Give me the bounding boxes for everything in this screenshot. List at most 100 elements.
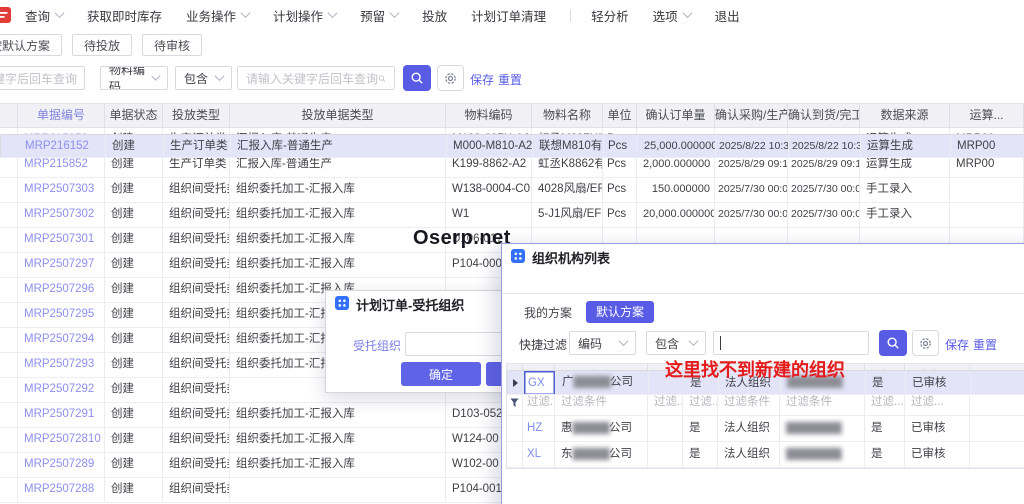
cell-bill-no[interactable]: MRP216152 [19,135,106,157]
menu-item-label: 预留 [360,9,386,24]
cell-release-type: 组织间受托类 [163,428,230,452]
dialog-plan-order-org: 计划订单-受托组织 受托组织 确定 [325,290,546,393]
column-header-doc-type[interactable]: 投放单据类型 [230,104,446,127]
menu-item[interactable]: 预留 [360,6,400,25]
cell-accounting: 是 [683,442,718,467]
cell-accounting: 是 [683,416,718,441]
cell-bill-no[interactable]: MRP2507293 [18,353,105,377]
keyword-input[interactable]: 请输入关键字后回车查询 [237,66,395,90]
menu-item[interactable]: 投放 [422,6,447,25]
menu-item[interactable]: 获取即时库存 [87,6,162,25]
cell-bill-no[interactable]: MRP2507297 [18,253,105,277]
cell-status: 创建 [105,278,163,302]
settings-button[interactable] [912,330,939,356]
menu-divider [570,8,572,22]
cell-org-code[interactable]: GX [524,371,556,394]
field-select[interactable]: 编码 [569,331,636,355]
cell-status: 创建 [105,428,163,452]
cell-bill-no[interactable]: MRP2507294 [18,328,105,352]
column-header-confirm-date1[interactable]: 确认采购/生产... [715,104,788,127]
cell-bill-no[interactable]: MRP2507295 [18,303,105,327]
cell-blank [970,416,1024,441]
scheme-tab[interactable]: 待投放 [72,34,133,56]
cell-status: 创建 [105,203,163,227]
cell-bill-no[interactable]: MRP2507291 [18,403,105,427]
cell-data-source: 手工录入 [860,178,950,202]
cell-material-code: W1 [446,203,532,227]
dialog-title-bar[interactable]: 组织机构列表 [502,244,1024,270]
column-header-material-code[interactable]: 物料编码 [446,104,532,127]
column-header-qty[interactable]: 确认订单量 [637,104,715,127]
tab-my-scheme[interactable]: 我的方案 [524,304,572,321]
org-row[interactable]: HZ 惠██████公司 是 法人组织 █████████ 是 已审核 [507,416,1024,442]
cell-bill-no[interactable]: MRP2507289 [18,453,105,477]
header-indicator-cell [0,104,18,127]
cell-confirm-date2: 2025/7/30 00:00 [788,203,860,227]
cell-qty: 20,000.000000 [637,203,715,227]
menu-item[interactable]: 轻分析 [570,6,629,25]
search-button[interactable] [879,330,907,356]
column-header-unit[interactable]: 单位 [603,104,637,127]
cell-org-code[interactable]: XL [523,442,555,467]
column-header-data-source[interactable]: 数据来源 [860,104,950,127]
confirm-button[interactable]: 确定 [401,362,481,386]
cell-blank [970,442,1024,467]
cell-org-type: 法人组织 [718,442,780,467]
column-header-confirm-date2[interactable]: 确认到货/完工... [788,104,860,127]
cell-release-type: 组织间受托类 [163,278,230,302]
tab-default-scheme[interactable]: 默认方案 [586,301,655,323]
cell-bill-no[interactable]: MRP2507301 [18,228,105,252]
cell-data-status: 已审核 [905,442,970,467]
save-link[interactable]: 保存 [470,71,494,88]
cell-release-type: 组织间受托类 [163,403,230,427]
cell-material-name: 4028风扇/EFC-04 [532,178,603,202]
scheme-tab[interactable]: 待审核 [142,34,203,56]
quick-search-input[interactable]: 请输入关键字后回车查询 [0,66,85,90]
operator-select[interactable]: 包含 [646,331,706,355]
search-button[interactable] [403,65,431,91]
cell-bill-no[interactable]: MRP2507296 [18,278,105,302]
org-row[interactable]: XL 东██████公司 是 法人组织 █████████ 是 已审核 [507,442,1024,468]
dialog-title-bar[interactable]: 计划订单-受托组织 [326,291,524,317]
table-row[interactable]: MRP2507302 创建 组织间受托类 组织委托加工-汇报入库 W1 5-J1… [0,203,1024,228]
cell-release-type: 组织间受托类 [163,378,230,402]
chevron-down-icon [688,335,699,346]
menu-item[interactable]: 退出 [715,6,740,25]
scheme-tab-label: 待投放 [84,38,121,53]
cell-bill-no[interactable]: MRP2507303 [18,178,105,202]
column-header-bill-no[interactable]: 单据编号 [18,104,105,127]
menu-item[interactable]: 业务操作 [186,6,251,25]
column-header-material-name[interactable]: 物料名称 [532,104,603,127]
menu-item-label: 投放 [422,9,448,24]
menu-item[interactable]: 计划操作 [273,6,338,25]
cell-data-status: 已审核 [906,371,971,394]
table-row[interactable]: MRP2507303 创建 组织间受托类 组织委托加工-汇报入库 W138-00… [0,178,1024,203]
table-row[interactable]: MRP216152 创建 生产订单类 汇报入库-普通生产 M000-M810-A… [0,134,1024,158]
cell-bill-no[interactable]: MRP2507302 [18,203,105,227]
operator-select[interactable]: 包含 [175,66,232,90]
column-header-release-type[interactable]: 投放类型 [163,104,230,127]
cell-bill-no[interactable]: MRP2507292 [18,378,105,402]
field-select[interactable]: 物料编码 [100,66,168,90]
reset-link[interactable]: 重置 [973,336,997,353]
menu-item[interactable]: 查询 [25,6,65,25]
settings-button[interactable] [437,65,464,91]
cell-org-code[interactable]: HZ [523,416,555,441]
scheme-tab[interactable]: 按默认方案 [0,34,63,56]
cell-release-type: 组织间受托类 [163,253,230,277]
keyword-input[interactable] [713,331,869,355]
cell-bill-no[interactable]: MRP2507288 [18,478,105,502]
scheme-tab-label: 按默认方案 [0,38,51,53]
save-link[interactable]: 保存 [945,336,969,353]
cell-org-name: 惠██████公司 [555,416,648,441]
cell-bill-no[interactable]: MRP25072810 [18,428,105,452]
reset-link[interactable]: 重置 [498,71,522,88]
row-indicator-cell [507,416,523,441]
column-header-status[interactable]: 单据状态 [105,104,163,127]
menu-item[interactable]: 计划订单清理 [471,6,546,25]
menu-item[interactable]: 选项 [653,6,693,25]
cell-material-code: W138-0004-C0 [446,178,532,202]
menu-item-label: 获取即时库存 [87,9,163,24]
menu-item-label: 计划订单清理 [471,9,547,24]
column-header-calc[interactable]: 运算... [950,104,1024,127]
